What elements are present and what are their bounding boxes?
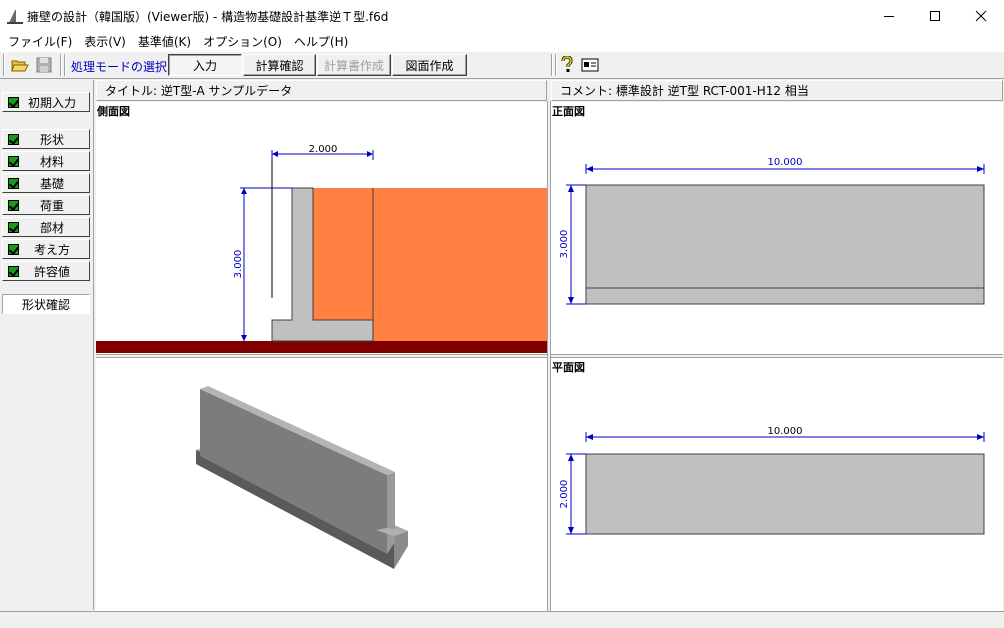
mode-select-label: 処理モードの選択 bbox=[71, 60, 168, 74]
open-folder-icon bbox=[11, 60, 29, 72]
plan-dim-depth: 2.000 bbox=[559, 480, 570, 509]
sidebar-item-label: 形状 bbox=[39, 132, 64, 147]
title-bar: 擁壁の設計（韓国版）(Viewer版) - 構造物基礎設計基準逆Ｔ型.f6d bbox=[0, 0, 1004, 31]
menu-view[interactable]: 表示(V) bbox=[78, 33, 132, 50]
maximize-button[interactable] bbox=[912, 0, 958, 31]
sidebar-item-label: 考え方 bbox=[33, 242, 70, 257]
ground-line bbox=[96, 341, 547, 353]
data-title: タイトル: 逆T型-A サンプルデータ bbox=[105, 84, 293, 98]
checked-icon bbox=[8, 96, 19, 108]
side-dim-height: 3.000 bbox=[233, 250, 244, 279]
close-button[interactable] bbox=[958, 0, 1004, 31]
sidebar-item-allowable[interactable]: 許容値 bbox=[2, 261, 90, 281]
help-question-icon bbox=[561, 56, 573, 72]
toolbar: 処理モードの選択 入力 計算確認 計算書作成 図面作成 bbox=[0, 51, 1004, 79]
front-view-label: 正面図 bbox=[552, 105, 585, 118]
checked-icon bbox=[8, 199, 19, 211]
checked-icon bbox=[8, 155, 19, 167]
menu-standard-values[interactable]: 基準値(K) bbox=[132, 33, 197, 50]
data-comment: コメント: 標準設計 逆T型 RCT-001-H12 相当 bbox=[560, 84, 809, 98]
plan-dim-width: 10.000 bbox=[768, 426, 803, 437]
mode-input-button[interactable]: 入力 bbox=[168, 54, 242, 76]
shape-check-button[interactable]: 形状確認 bbox=[2, 294, 90, 314]
minimize-button[interactable] bbox=[866, 0, 912, 31]
backfill-soil bbox=[313, 188, 547, 341]
side-view-drawing: 2.000 3.000 bbox=[96, 144, 547, 353]
menu-bar: ファイル(F) 表示(V) 基準値(K) オプション(O) ヘルプ(H) bbox=[0, 31, 1004, 51]
checked-icon bbox=[8, 221, 19, 233]
sidebar-item-approach[interactable]: 考え方 bbox=[2, 239, 90, 259]
input-items-panel: 初期入力 形状 材料 基礎 荷重 部材 考え方 許容値 形状確認 bbox=[0, 80, 94, 610]
sidebar-item-shape[interactable]: 形状 bbox=[2, 129, 90, 149]
minimize-icon bbox=[884, 15, 894, 17]
menu-file[interactable]: ファイル(F) bbox=[2, 33, 78, 50]
open-file-button[interactable] bbox=[10, 55, 30, 75]
save-file-button[interactable] bbox=[34, 55, 54, 75]
plan-view-pane[interactable]: 10.000 2.000 平面図 bbox=[551, 358, 1003, 611]
front-dim-height: 3.000 bbox=[559, 230, 570, 259]
mode-report-button[interactable]: 計算書作成 bbox=[317, 54, 391, 76]
plan-view-label: 平面図 bbox=[552, 361, 585, 374]
front-dim-width: 10.000 bbox=[768, 157, 803, 168]
initial-input-label: 初期入力 bbox=[27, 95, 76, 110]
title-info-bar: タイトル: 逆T型-A サンプルデータ bbox=[96, 80, 547, 101]
side-dim-width: 2.000 bbox=[309, 144, 338, 155]
menu-help[interactable]: ヘルプ(H) bbox=[288, 33, 354, 50]
checked-icon bbox=[8, 177, 19, 189]
comment-info-bar: コメント: 標準設計 逆T型 RCT-001-H12 相当 bbox=[551, 80, 1003, 101]
wall-front-face bbox=[585, 184, 985, 305]
sidebar-item-foundation[interactable]: 基礎 bbox=[2, 173, 90, 193]
save-disk-icon bbox=[36, 57, 52, 73]
side-view-pane[interactable]: 2.000 3.000 側面図 bbox=[96, 102, 547, 354]
front-view-drawing: 10.000 3.000 bbox=[559, 157, 985, 305]
front-view-pane[interactable]: 10.000 3.000 正面図 bbox=[551, 102, 1003, 354]
sidebar-item-load[interactable]: 荷重 bbox=[2, 195, 90, 215]
info-card-icon bbox=[581, 58, 599, 72]
maximize-icon bbox=[930, 10, 940, 21]
plan-view-drawing: 10.000 2.000 bbox=[559, 426, 985, 535]
side-view-label: 側面図 bbox=[97, 105, 130, 118]
sidebar-item-label: 許容値 bbox=[33, 264, 70, 279]
close-icon bbox=[975, 10, 987, 21]
toolbar-separator bbox=[64, 54, 66, 76]
checked-icon bbox=[8, 265, 19, 277]
3d-view-pane[interactable] bbox=[96, 358, 547, 611]
sidebar-item-label: 基礎 bbox=[39, 176, 64, 191]
about-button[interactable] bbox=[580, 55, 600, 75]
toolbar-separator bbox=[3, 54, 5, 76]
checked-icon bbox=[8, 243, 19, 255]
sidebar-item-member[interactable]: 部材 bbox=[2, 217, 90, 237]
help-button[interactable] bbox=[557, 55, 577, 75]
sidebar-item-material[interactable]: 材料 bbox=[2, 151, 90, 171]
sidebar-item-label: 材料 bbox=[39, 154, 64, 169]
mode-drawing-button[interactable]: 図面作成 bbox=[392, 54, 467, 76]
3d-wall-model bbox=[196, 386, 408, 569]
mode-calc-check-button[interactable]: 計算確認 bbox=[243, 54, 316, 76]
menu-options[interactable]: オプション(O) bbox=[197, 33, 288, 50]
window-title: 擁壁の設計（韓国版）(Viewer版) - 構造物基礎設計基準逆Ｔ型.f6d bbox=[27, 10, 389, 24]
status-bar bbox=[0, 611, 1004, 628]
sidebar-item-label: 荷重 bbox=[39, 198, 64, 213]
sidebar-item-label: 部材 bbox=[39, 220, 64, 235]
base-plan-face bbox=[585, 453, 985, 535]
app-icon bbox=[7, 10, 23, 24]
toolbar-separator bbox=[551, 54, 553, 76]
toolbar-separator bbox=[60, 54, 62, 76]
checked-icon bbox=[8, 133, 19, 145]
initial-input-button[interactable]: 初期入力 bbox=[2, 92, 90, 112]
